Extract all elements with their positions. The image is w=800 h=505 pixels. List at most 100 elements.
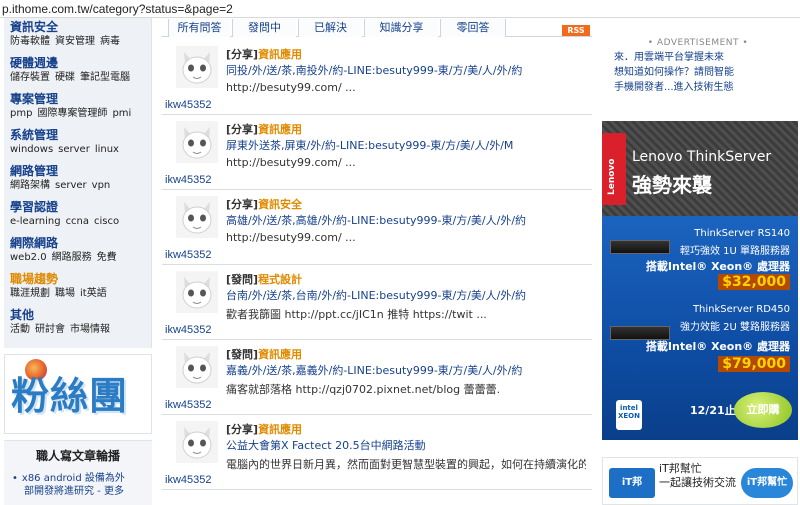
post-author[interactable]: ikw45352 bbox=[165, 474, 211, 486]
fans-logo[interactable]: 粉絲團 bbox=[11, 367, 145, 425]
avatar[interactable] bbox=[176, 421, 218, 463]
post-subject-link[interactable]: 屏東外送茶,屏東/外/約-LINE:besuty999-東/方/美/人/外/M bbox=[226, 137, 586, 153]
post-title: [分享]資訊應用 bbox=[226, 121, 302, 137]
category-subs: web2.0 網路服務 免費 bbox=[10, 251, 150, 264]
category-title[interactable]: 學習認證 bbox=[10, 200, 150, 215]
category-sub-link[interactable]: vpn bbox=[92, 180, 111, 191]
category-title[interactable]: 系統管理 bbox=[10, 128, 150, 143]
lenovo-banner[interactable]: Lenovo Lenovo ThinkServer 強勢來襲 bbox=[602, 121, 798, 216]
writer-item[interactable]: • x86 android 設備為外 bbox=[12, 472, 152, 485]
post-author[interactable]: ikw45352 bbox=[165, 324, 211, 336]
sidebar-category: 職場趨勢 職涯規劃 職場 it英語 bbox=[10, 272, 150, 300]
ad-link[interactable]: 想知道如何操作？請問智能 bbox=[614, 65, 796, 80]
post-tag: [分享] bbox=[226, 123, 259, 136]
post-author[interactable]: ikw45352 bbox=[165, 249, 211, 261]
post-category[interactable]: 資訊應用 bbox=[258, 423, 302, 436]
tab-solved[interactable]: 已解決 bbox=[298, 19, 362, 37]
post-title: [分享]資訊應用 bbox=[226, 421, 302, 437]
category-sub-link[interactable]: pmp bbox=[10, 108, 32, 119]
post-subject-link[interactable]: 同投/外/送/茶,南投外/約-LINE:besuty999-東/方/美/人/外/… bbox=[226, 62, 586, 78]
sidebar-category: 專案管理 pmp 國際專案管理師 pmi bbox=[10, 92, 150, 120]
category-sub-link[interactable]: 活動 bbox=[10, 324, 30, 335]
sidebar-category: 其他 活動 研討會 市場情報 bbox=[10, 308, 150, 336]
category-sidebar: 資訊安全 防毒軟體 資安管理 病毒硬體週邊 儲存裝置 硬碟 筆記型電腦專案管理 pmp 國際專案… bbox=[4, 18, 152, 348]
category-title[interactable]: 網際網路 bbox=[10, 236, 150, 251]
post-row: ikw45352 [分享]資訊應用 同投/外/送/茶,南投外/約-LINE:besu… bbox=[162, 40, 592, 115]
ad-link[interactable]: 手機開發者...進入技術生態 bbox=[614, 80, 796, 95]
category-sub-link[interactable]: 儲存裝置 bbox=[10, 72, 50, 83]
category-title[interactable]: 專案管理 bbox=[10, 92, 150, 107]
category-sub-link[interactable]: web2.0 bbox=[10, 252, 47, 263]
post-category[interactable]: 資訊安全 bbox=[258, 198, 302, 211]
category-sub-link[interactable]: e-learning bbox=[10, 216, 61, 227]
category-sub-link[interactable]: windows bbox=[10, 144, 53, 155]
category-sub-link[interactable]: 國際專案管理師 bbox=[37, 108, 107, 119]
category-sub-link[interactable]: 硬碟 bbox=[55, 72, 75, 83]
category-sub-link[interactable]: 筆記型電腦 bbox=[80, 72, 130, 83]
itbang-banner[interactable]: iT邦 iT邦幫忙 一起讓技術交流 iT邦幫忙 bbox=[602, 457, 798, 505]
thinkserver-banner[interactable]: ThinkServer RS140 輕巧強效 1U 單路服務器 搭載Intel®… bbox=[602, 216, 798, 440]
category-sub-link[interactable]: 市場情報 bbox=[70, 324, 110, 335]
category-sub-link[interactable]: server bbox=[58, 144, 90, 155]
fans-page-box[interactable]: 粉絲團 bbox=[4, 354, 152, 434]
post-category[interactable]: 資訊應用 bbox=[258, 48, 302, 61]
category-sub-link[interactable]: cisco bbox=[94, 216, 119, 227]
post-subject-link[interactable]: 公益大會第X Factect 20.5台中網路活動 bbox=[226, 437, 586, 453]
category-sub-link[interactable]: 免費 bbox=[97, 252, 117, 263]
avatar[interactable] bbox=[176, 121, 218, 163]
post-author[interactable]: ikw45352 bbox=[165, 174, 211, 186]
category-sub-link[interactable]: 職涯規劃 bbox=[10, 288, 50, 299]
category-sub-link[interactable]: 防毒軟體 bbox=[10, 36, 50, 47]
post-subject-link[interactable]: 高雄/外/送/茶,高雄/外/約-LINE:besuty999-東/方/美/人/外… bbox=[226, 212, 586, 228]
category-sub-link[interactable]: 研討會 bbox=[35, 324, 65, 335]
category-subs: 網路架構 server vpn bbox=[10, 179, 150, 192]
category-sub-link[interactable]: 網路服務 bbox=[52, 252, 92, 263]
category-title[interactable]: 硬體週邊 bbox=[10, 56, 150, 71]
post-category[interactable]: 資訊應用 bbox=[258, 348, 302, 361]
writer-carousel: 職人寫文章輪播 • x86 android 設備為外 部開發將進研究 - 更多 bbox=[4, 440, 152, 505]
category-sub-link[interactable]: server bbox=[55, 180, 87, 191]
post-category[interactable]: 程式設計 bbox=[258, 273, 302, 286]
category-sub-link[interactable]: 資安管理 bbox=[55, 36, 95, 47]
avatar[interactable] bbox=[176, 271, 218, 313]
category-sub-link[interactable]: linux bbox=[95, 144, 119, 155]
address-bar[interactable]: p.ithome.com.tw/category?status=&page=2 bbox=[0, 0, 800, 18]
itbang-logo: iT邦 bbox=[609, 468, 655, 498]
post-excerpt: http://besuty99.com/ ... bbox=[226, 81, 356, 94]
post-category[interactable]: 資訊應用 bbox=[258, 123, 302, 136]
ts-desc-1: 輕巧強效 1U 單路服務器 bbox=[679, 246, 790, 257]
writer-item[interactable]: 部開發將進研究 - 更多 bbox=[12, 485, 152, 498]
tab-zero-answer[interactable]: 零回答 bbox=[440, 19, 506, 37]
post-author[interactable]: ikw45352 bbox=[165, 99, 211, 111]
ad-link[interactable]: 來．用雲端平台掌握未來 bbox=[614, 50, 796, 65]
sidebar-category: 系統管理 windows server linux bbox=[10, 128, 150, 156]
rss-icon[interactable]: RSS bbox=[562, 25, 590, 36]
category-title[interactable]: 職場趨勢 bbox=[10, 272, 150, 287]
avatar[interactable] bbox=[176, 46, 218, 88]
avatar[interactable] bbox=[176, 346, 218, 388]
category-title[interactable]: 網路管理 bbox=[10, 164, 150, 179]
tab-all[interactable]: 所有問答 bbox=[168, 19, 230, 37]
ts-cpu-1: 搭載Intel® Xeon® 處理器 bbox=[645, 260, 790, 273]
category-sub-link[interactable]: 病毒 bbox=[100, 36, 120, 47]
category-sub-link[interactable]: pmi bbox=[112, 108, 131, 119]
category-sub-link[interactable]: 職場 bbox=[55, 288, 75, 299]
post-subject-link[interactable]: 嘉義/外/送/茶,嘉義外/約-LINE:besuty999-東/方/美/人/外/… bbox=[226, 362, 586, 378]
category-sub-link[interactable]: ccna bbox=[66, 216, 89, 227]
category-sub-link[interactable]: it英語 bbox=[80, 288, 107, 299]
category-sub-link[interactable]: 網路架構 bbox=[10, 180, 50, 191]
category-title[interactable]: 資訊安全 bbox=[10, 20, 150, 35]
sidebar-category: 硬體週邊 儲存裝置 硬碟 筆記型電腦 bbox=[10, 56, 150, 84]
lenovo-logo: Lenovo bbox=[602, 133, 626, 205]
avatar[interactable] bbox=[176, 196, 218, 238]
post-author[interactable]: ikw45352 bbox=[165, 399, 211, 411]
tab-knowledge[interactable]: 知識分享 bbox=[364, 19, 438, 37]
post-excerpt: 痛客就部落格 http://qzj0702.pixnet.net/blog 蕾蕾… bbox=[226, 383, 501, 396]
post-subject-link[interactable]: 台南/外/送/茶,台南/外/約-LINE:besuty999-東/方/美/人/外… bbox=[226, 287, 586, 303]
buy-now-button[interactable]: 立即購 bbox=[734, 392, 792, 428]
category-subs: windows server linux bbox=[10, 143, 150, 156]
category-title[interactable]: 其他 bbox=[10, 308, 150, 323]
category-subs: pmp 國際專案管理師 pmi bbox=[10, 107, 150, 120]
writer-title: 職人寫文章輪播 bbox=[35, 449, 120, 463]
tab-asking[interactable]: 發問中 bbox=[232, 19, 296, 37]
